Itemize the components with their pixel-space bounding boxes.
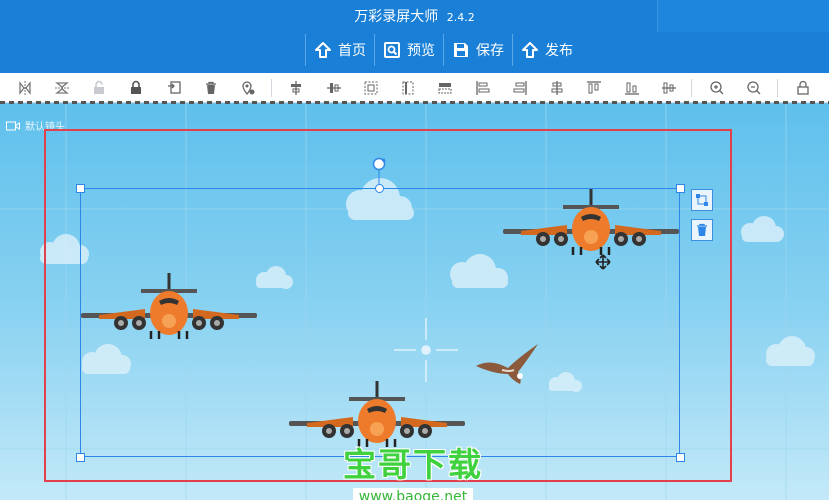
preview-icon bbox=[384, 42, 400, 58]
zoom-in-button[interactable] bbox=[706, 77, 727, 99]
align-bottom-icon bbox=[624, 82, 639, 95]
app-name: 万彩录屏大师 bbox=[354, 9, 439, 25]
delete-icon bbox=[205, 81, 216, 94]
replace-button[interactable] bbox=[163, 77, 184, 99]
nav-publish-label: 发布 bbox=[545, 43, 573, 59]
toolbar-divider bbox=[776, 78, 778, 97]
align-left-button[interactable] bbox=[472, 77, 493, 99]
trash-icon bbox=[697, 223, 707, 236]
watermark-title: 宝哥下载 bbox=[343, 445, 483, 484]
group-button[interactable] bbox=[360, 77, 381, 99]
zoom-out-button[interactable] bbox=[744, 77, 765, 99]
crop-button[interactable] bbox=[691, 189, 713, 211]
crop-icon bbox=[696, 194, 708, 206]
align-left-edge-button[interactable] bbox=[286, 77, 307, 99]
nav-publish-button[interactable]: 发布 bbox=[512, 34, 581, 66]
delete-button[interactable] bbox=[200, 77, 221, 99]
window-controls-area[interactable] bbox=[657, 0, 829, 32]
watermark: 宝哥下载 www.baoge.net bbox=[336, 438, 490, 500]
nav-preview-label: 预览 bbox=[407, 43, 435, 59]
toolbar-divider bbox=[270, 78, 272, 97]
nav-home-label: 首页 bbox=[338, 43, 366, 59]
resize-handle-bottom-right[interactable] bbox=[676, 453, 685, 462]
align-left-icon bbox=[475, 80, 490, 95]
lock-icon bbox=[131, 80, 142, 94]
replace-icon bbox=[167, 80, 181, 94]
resize-handle-top-left[interactable] bbox=[76, 184, 85, 193]
nav-save-label: 保存 bbox=[476, 43, 504, 59]
unlock-icon bbox=[94, 80, 105, 94]
align-middle-icon bbox=[661, 82, 676, 93]
align-top-button[interactable] bbox=[584, 77, 605, 99]
align-right-icon bbox=[513, 80, 527, 95]
align-right-button[interactable] bbox=[509, 77, 530, 99]
resize-handle-top-center[interactable] bbox=[375, 184, 384, 193]
align-top-icon bbox=[587, 80, 602, 93]
lock-button[interactable] bbox=[126, 77, 147, 99]
nav-preview-button[interactable]: 预览 bbox=[374, 34, 443, 66]
zoom-in-icon bbox=[710, 80, 724, 94]
align-top-center-icon bbox=[551, 80, 563, 95]
title-bar: 万彩录屏大师 2.4.2 首页 预览 保存 发布 bbox=[0, 0, 829, 73]
unlock-button[interactable] bbox=[89, 77, 110, 99]
nav-save-button[interactable]: 保存 bbox=[443, 34, 512, 66]
selection-box[interactable] bbox=[80, 188, 680, 457]
align-horizontal-center-button[interactable] bbox=[546, 77, 567, 99]
nav-home-button[interactable]: 首页 bbox=[305, 34, 374, 66]
delete-element-button[interactable] bbox=[691, 219, 713, 241]
align-center-button[interactable] bbox=[323, 77, 344, 99]
align-center-icon bbox=[326, 82, 341, 93]
edit-toolbar bbox=[0, 73, 829, 103]
app-version: 2.4.2 bbox=[446, 11, 475, 24]
align-middle-button[interactable] bbox=[658, 77, 679, 99]
ungroup-icon bbox=[402, 81, 414, 94]
location-button[interactable] bbox=[238, 77, 259, 99]
group-icon bbox=[364, 81, 378, 94]
flip-horizontal-button[interactable] bbox=[14, 77, 35, 99]
zoom-out-icon bbox=[747, 80, 761, 94]
distribute-icon bbox=[438, 82, 452, 93]
location-icon bbox=[242, 80, 255, 95]
align-bottom-button[interactable] bbox=[621, 77, 642, 99]
scene-canvas[interactable]: 默认镜头 宝哥下载 www.baoge.net bbox=[0, 104, 829, 500]
watermark-url: www.baoge.net bbox=[352, 488, 474, 500]
flip-horizontal-icon bbox=[18, 80, 31, 95]
ungroup-button[interactable] bbox=[397, 77, 418, 99]
flip-vertical-icon bbox=[54, 81, 69, 94]
save-icon bbox=[454, 43, 468, 57]
lock-canvas-button[interactable] bbox=[792, 77, 813, 99]
distribute-button[interactable] bbox=[435, 77, 456, 99]
flip-vertical-button[interactable] bbox=[51, 77, 72, 99]
publish-icon bbox=[522, 42, 538, 58]
resize-handle-top-right[interactable] bbox=[676, 184, 685, 193]
home-icon bbox=[315, 42, 331, 58]
main-nav: 首页 预览 保存 发布 bbox=[305, 34, 581, 66]
resize-handle-bottom-left[interactable] bbox=[76, 453, 85, 462]
lock-canvas-icon bbox=[796, 80, 809, 95]
toolbar-divider bbox=[691, 78, 693, 97]
align-left-edge-icon bbox=[291, 80, 302, 95]
